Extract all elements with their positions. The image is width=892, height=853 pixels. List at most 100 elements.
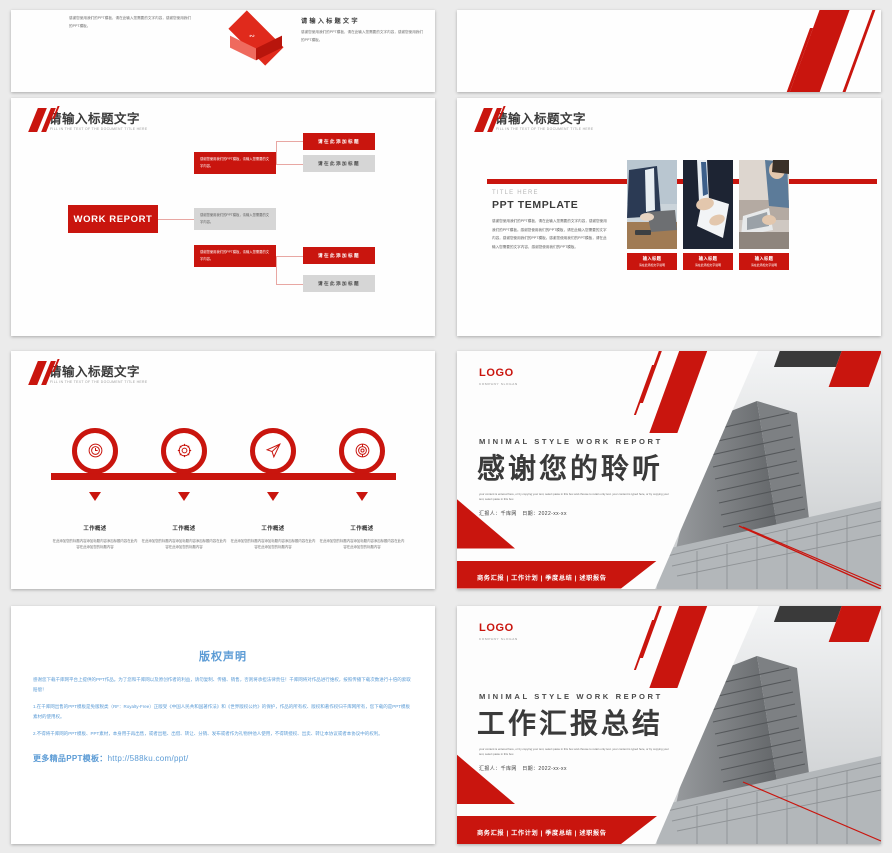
slide1-right-text: 感谢您使用我们的PPT模板，请在此输入您需要的文字内容，感谢您使用我们的PPT模… xyxy=(301,30,423,42)
cover-canvas: LOGO COMPANY SLOGAN MINIMAL STYLE WORK R… xyxy=(457,350,881,589)
logo-block[interactable]: LOGO COMPANY SLOGAN xyxy=(479,363,518,386)
slide-5-timeline[interactable]: 请输入标题文字 FILL IN THE TEXT OF THE DOCUMENT… xyxy=(11,350,435,589)
slide-cell-2 xyxy=(446,0,892,92)
timeline-caption-1: 工作概述 在此添加您的标题内容添加标题内容添加标题内容在此内容在此添加您的标题内… xyxy=(51,517,139,551)
timeline-caption-3: 工作概述 在此添加您的标题内容添加标题内容添加标题内容在此内容在此添加您的标题内… xyxy=(229,517,317,551)
tag-box-4[interactable]: 请在此添加标题 xyxy=(303,275,375,292)
pointer-triangle-4 xyxy=(356,491,368,501)
slide3-title-block: 请输入标题文字 FILL IN THE TEXT OF THE DOCUMENT… xyxy=(28,106,148,132)
slide-2[interactable] xyxy=(457,10,881,92)
connector-center xyxy=(158,219,194,220)
photo-card[interactable]: 输入标题 请在此添加文字说明 xyxy=(683,160,733,270)
pointer-triangle-1 xyxy=(89,491,101,501)
caption-sub: 请在此添加文字说明 xyxy=(638,263,665,267)
page-subtitle: FILL IN THE TEXT OF THE DOCUMENT TITLE H… xyxy=(496,127,594,131)
copyright-paragraph-2: 1.在千库网出售的PPT模板是免版税类（RF：Royalty-Free）正版受《… xyxy=(33,704,411,719)
caption-title: 工作概述 xyxy=(261,525,285,532)
photo-card[interactable]: 输入标题 请在此添加文字说明 xyxy=(627,160,677,270)
slide1-left-text: 感谢您使用我们的PPT模板，请在此输入您需要的文字内容，感谢您使用我们的PPT模… xyxy=(69,16,191,28)
slide-4-ppt-template[interactable]: 请输入标题文字 FILL IN THE TEXT OF THE DOCUMENT… xyxy=(457,98,881,336)
caption-title: 工作概述 xyxy=(83,525,107,532)
content-box-3[interactable]: 感谢您使用我们的PPT模板，请输入您需要的文字内容。 xyxy=(194,245,276,267)
more-templates-link[interactable]: 更多精品PPT模板：http://588ku.com/ppt/ xyxy=(33,753,413,764)
slide-3-work-report[interactable]: 请输入标题文字 FILL IN THE TEXT OF THE DOCUMENT… xyxy=(11,98,435,336)
timeline-node-2[interactable] xyxy=(161,427,207,474)
photo-card-group: 输入标题 请在此添加文字说明 输入标题 请在此添加文字说明 输入标题 请在此添加… xyxy=(627,160,789,270)
slide4-title-block: 请输入标题文字 FILL IN THE TEXT OF THE DOCUMENT… xyxy=(474,106,594,132)
work-report-label[interactable]: WORK REPORT xyxy=(68,205,158,233)
dark-diagonal-decor xyxy=(773,350,847,367)
pointer-triangle-2 xyxy=(178,491,190,501)
slide-1[interactable]: 感谢您使用我们的PPT模板，请在此输入您需要的文字内容，感谢您使用我们的PPT模… xyxy=(11,10,435,92)
tag-box-2[interactable]: 请在此添加标题 xyxy=(303,155,375,172)
clock-icon xyxy=(88,443,102,458)
connector-top-2 xyxy=(276,141,303,142)
caption-title: 输入标题 xyxy=(698,256,718,261)
caption-sub: 请在此添加文字说明 xyxy=(750,263,777,267)
caption-sub: 请在此添加文字说明 xyxy=(694,263,721,267)
caption-text: 在此添加您的标题内容添加标题内容添加标题内容在此内容在此添加您的标题内容 xyxy=(141,538,227,550)
footer-tags: 商务汇报 | 工作计划 | 季度总结 | 述职报告 xyxy=(477,574,607,582)
logo-slogan: COMPANY SLOGAN xyxy=(479,381,518,386)
caption-text: 在此添加您的标题内容添加标题内容添加标题内容在此内容在此添加您的标题内容 xyxy=(319,538,405,550)
cover-meta: 汇报人：千库网 日期：2022-xx-xx xyxy=(479,510,567,517)
slide1-right-title: 请输入标题文字 xyxy=(301,18,360,25)
photo-caption[interactable]: 输入标题 请在此添加文字说明 xyxy=(739,253,789,270)
slide5-title-block: 请输入标题文字 FILL IN THE TEXT OF THE DOCUMENT… xyxy=(28,358,147,385)
page-subtitle: FILL IN THE TEXT OF THE DOCUMENT TITLE H… xyxy=(50,127,148,131)
slide1-right-block: 请输入标题文字 感谢您使用我们的PPT模板，请在此输入您需要的文字内容，感谢您使… xyxy=(301,16,426,44)
cover-canvas: LOGO COMPANY SLOGAN MINIMAL STYLE WORK R… xyxy=(457,606,881,844)
tag-box-1[interactable]: 请在此添加标题 xyxy=(303,133,375,150)
diagonal-bar-thick xyxy=(781,10,867,92)
photo-card[interactable]: 输入标题 请在此添加文字说明 xyxy=(739,160,789,270)
connector-bottom-v xyxy=(276,256,277,284)
photo-businessman-typing-laptop xyxy=(627,160,677,249)
slide-7-copyright[interactable]: 版权声明 感谢您下载千库网平台上提供的PPT作品。为了您和千库网以及原创作者的利… xyxy=(11,606,435,844)
slide-cell-6: LOGO COMPANY SLOGAN MINIMAL STYLE WORK R… xyxy=(446,342,892,597)
link-url: http://588ku.com/ppt/ xyxy=(107,754,189,763)
timeline-caption-4: 工作概述 在此添加您的标题内容添加标题内容添加标题内容在此内容在此添加您的标题内… xyxy=(318,517,406,551)
connector-top-v xyxy=(276,141,277,164)
timeline-caption-2: 工作概述 在此添加您的标题内容添加标题内容添加标题内容在此内容在此添加您的标题内… xyxy=(140,517,228,551)
photo-woman-with-laptop xyxy=(739,160,789,249)
slide-8-title-cover[interactable]: LOGO COMPANY SLOGAN MINIMAL STYLE WORK R… xyxy=(457,606,881,844)
dark-diagonal-decor xyxy=(773,606,847,622)
connector-top-1 xyxy=(276,164,303,165)
kicker-label: TITLE HERE xyxy=(492,190,539,196)
content-box-2[interactable]: 感谢您使用我们的PPT模板，请输入您需要的文字内容。 xyxy=(194,208,276,230)
connector-bottom-1 xyxy=(276,256,303,257)
cover-meta: 汇报人：千库网 日期：2022-xx-xx xyxy=(479,766,567,772)
slide-thumbnail-grid: 感谢您使用我们的PPT模板，请在此输入您需要的文字内容，感谢您使用我们的PPT模… xyxy=(0,0,892,853)
caption-title: 工作概述 xyxy=(172,525,196,532)
photo-caption[interactable]: 输入标题 请在此添加文字说明 xyxy=(683,253,733,270)
timeline-node-4[interactable] xyxy=(339,427,385,474)
caption-title: 输入标题 xyxy=(642,256,662,261)
timeline-node-3[interactable] xyxy=(250,427,296,474)
footer-tags: 商务汇报 | 工作计划 | 季度总结 | 述职报告 xyxy=(477,830,607,837)
paragraph: 感谢您使用我们的PPT模板，请在此输入您需要的文字内容，感谢您使用我们的PPT模… xyxy=(492,219,607,249)
diagonal-decor-group xyxy=(457,10,881,92)
cover-title: 感谢您的聆听 xyxy=(477,452,664,484)
slide-cell-8: LOGO COMPANY SLOGAN MINIMAL STYLE WORK R… xyxy=(446,597,892,853)
timeline-node-1[interactable] xyxy=(72,427,118,474)
tag-box-3[interactable]: 请在此添加标题 xyxy=(303,247,375,264)
content-box-1[interactable]: 感谢您使用我们的PPT模板，请输入您需要的文字内容。 xyxy=(194,152,276,174)
logo-slogan: COMPANY SLOGAN xyxy=(479,637,518,641)
copyright-body: 版权声明 感谢您下载千库网平台上提供的PPT作品。为了您和千库网以及原创作者的利… xyxy=(11,606,435,844)
caption-text: 在此添加您的标题内容添加标题内容添加标题内容在此内容在此添加您的标题内容 xyxy=(52,538,138,550)
caption-title: 输入标题 xyxy=(754,256,774,261)
copyright-heading: 版权声明 xyxy=(199,651,247,663)
link-label: 更多精品PPT模板： xyxy=(33,754,108,763)
photo-caption[interactable]: 输入标题 请在此添加文字说明 xyxy=(627,253,677,270)
slide-6-thanks-cover[interactable]: LOGO COMPANY SLOGAN MINIMAL STYLE WORK R… xyxy=(457,350,881,589)
logo-block[interactable]: LOGO COMPANY SLOGAN xyxy=(479,618,518,641)
pointer-triangle-3 xyxy=(267,491,279,501)
cover-english-text: your content is entered here, or by copy… xyxy=(479,491,669,501)
target-icon xyxy=(355,443,369,458)
slide-cell-4: 请输入标题文字 FILL IN THE TEXT OF THE DOCUMENT… xyxy=(446,92,892,342)
cover-kicker: MINIMAL STYLE WORK REPORT xyxy=(479,692,663,701)
slide-cell-5: 请输入标题文字 FILL IN THE TEXT OF THE DOCUMENT… xyxy=(0,342,446,597)
heading: PPT TEMPLATE xyxy=(492,199,579,211)
cover-kicker: MINIMAL STYLE WORK REPORT xyxy=(479,436,663,446)
copyright-paragraph-3: 2.不得将千库网的PPT模板、PPT素材，本身用于再出售，或者出租、出借、转让、… xyxy=(33,731,383,736)
